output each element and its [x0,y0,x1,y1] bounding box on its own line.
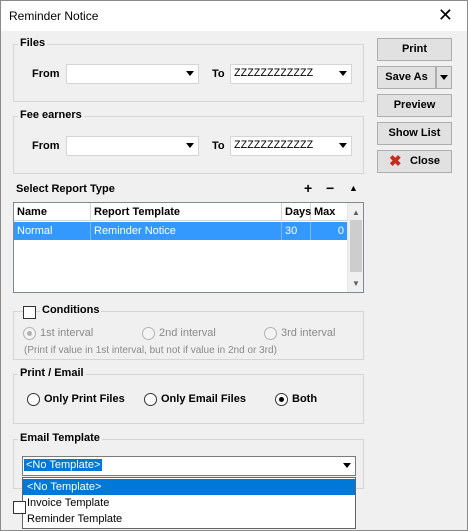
scroll-up-icon[interactable]: ▲ [352,208,360,217]
col-days[interactable]: Days [282,203,311,221]
files-from-combo[interactable] [66,64,199,84]
interval-1st-radio [23,327,36,340]
interval-3rd-radio [264,327,277,340]
print-button[interactable]: Print [377,38,452,61]
interval-2nd-radio [142,327,155,340]
conditions-group: Conditions 1st interval 2nd interval 3rd… [13,304,364,360]
files-from-label: From [32,68,60,80]
chevron-down-icon [343,463,351,468]
radio-dot [27,331,32,336]
both-radio[interactable] [275,393,288,406]
chevron-down-icon [339,71,347,76]
conditions-label: Conditions [40,304,102,316]
chevron-down-icon [186,143,194,148]
email-template-value: <No Template> [24,459,103,471]
save-as-button[interactable]: Save As [377,66,436,89]
fee-earners-from-combo[interactable] [66,136,199,156]
col-report-template[interactable]: Report Template [91,203,282,221]
print-email-legend: Print / Email [18,367,86,379]
conditions-note: (Print if value in 1st interval, but not… [24,345,277,356]
remove-icon[interactable]: − [326,180,334,196]
files-group: Files From To ZZZZZZZZZZZZ [13,37,364,102]
email-template-combo[interactable]: <No Template> [22,456,356,476]
only-print-label[interactable]: Only Print Files [44,393,125,405]
chevron-down-icon [440,75,448,80]
cell-report-template: Reminder Notice [91,222,282,240]
scroll-down-icon[interactable]: ▼ [352,279,360,288]
hidden-checkbox[interactable] [13,501,26,514]
cell-name: Normal [14,222,91,240]
cell-max: 0 [337,225,344,237]
interval-1st-label: 1st interval [40,327,94,339]
window-title: Reminder Notice [9,9,99,23]
files-to-value: ZZZZZZZZZZZZ [234,68,314,80]
col-max[interactable]: Max [311,203,347,221]
add-icon[interactable]: + [304,180,312,196]
table-row[interactable]: Normal Reminder Notice 30 0 [14,222,347,240]
chevron-down-icon [186,71,194,76]
conditions-checkbox[interactable] [23,306,36,319]
grid-scrollbar[interactable]: ▲ ▼ [347,203,363,292]
list-item[interactable]: Invoice Template [23,495,355,511]
files-legend: Files [18,37,48,49]
fee-earners-from-label: From [32,140,60,152]
close-label: Close [410,155,440,167]
only-print-radio[interactable] [27,393,40,406]
fee-earners-to-label: To [212,140,225,152]
col-name[interactable]: Name [14,203,91,221]
list-item[interactable]: <No Template> [23,479,355,495]
show-list-button[interactable]: Show List [377,122,452,145]
grid-header: Name Report Template Days Max [14,203,347,221]
report-type-label: Select Report Type [16,183,115,195]
chevron-down-icon [339,143,347,148]
preview-button[interactable]: Preview [377,94,452,117]
email-template-legend: Email Template [18,432,102,444]
only-email-label[interactable]: Only Email Files [161,393,246,405]
both-label[interactable]: Both [292,393,317,405]
only-email-radio[interactable] [144,393,157,406]
fee-earners-to-value: ZZZZZZZZZZZZ [234,140,314,152]
move-up-icon[interactable]: ▲ [349,183,358,193]
reminder-notice-window: Reminder Notice ✕ Files From To ZZZZZZZZ… [0,0,468,531]
interval-3rd-label: 3rd interval [281,327,336,339]
radio-dot [279,397,284,402]
report-type-grid: Name Report Template Days Max Normal Rem… [13,202,364,293]
interval-2nd-label: 2nd interval [159,327,216,339]
email-template-dropdown-list: <No Template> Invoice Template Reminder … [22,477,356,529]
scroll-thumb[interactable] [350,220,362,272]
save-as-dropdown-button[interactable] [436,66,452,89]
title-bar: Reminder Notice ✕ [1,1,467,31]
save-as-label: Save As [385,71,428,83]
close-button[interactable]: ✖ Close [377,150,452,173]
fee-earners-to-combo[interactable]: ZZZZZZZZZZZZ [230,136,352,156]
files-to-combo[interactable]: ZZZZZZZZZZZZ [230,64,352,84]
cell-days: 30 [282,222,311,240]
list-item[interactable]: Reminder Template [23,511,355,527]
files-to-label: To [212,68,225,80]
print-email-group: Print / Email Only Print Files Only Emai… [13,367,364,424]
close-window-icon[interactable]: ✕ [438,5,453,25]
fee-earners-legend: Fee earners [18,109,84,121]
fee-earners-group: Fee earners From To ZZZZZZZZZZZZ [13,109,364,174]
close-icon: ✖ [389,153,402,170]
